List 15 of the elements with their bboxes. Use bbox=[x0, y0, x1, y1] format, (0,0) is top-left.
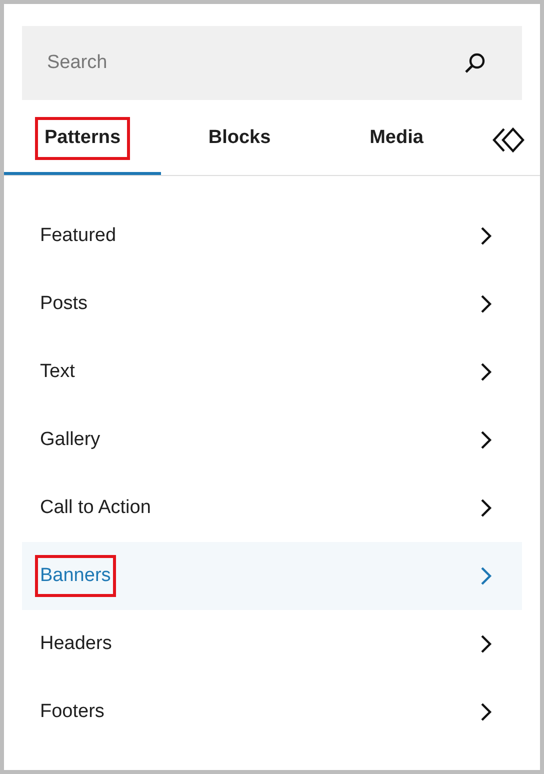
tab[interactable]: Patterns bbox=[4, 105, 161, 175]
chevron-right-icon bbox=[480, 634, 492, 654]
diamond-icon[interactable] bbox=[492, 127, 526, 153]
search-icon bbox=[464, 52, 486, 74]
chevron-right-icon bbox=[480, 226, 492, 246]
search-field[interactable]: Search bbox=[22, 26, 522, 100]
chevron-right-icon bbox=[480, 498, 492, 518]
chevron-right-icon bbox=[480, 430, 492, 450]
tab[interactable]: Media bbox=[318, 105, 475, 175]
tab[interactable]: Blocks bbox=[161, 105, 318, 175]
category-item[interactable]: Banners bbox=[22, 542, 522, 610]
chevron-right-icon bbox=[480, 294, 492, 314]
chevron-right-icon bbox=[480, 566, 492, 586]
chevron-right-icon bbox=[480, 702, 492, 722]
chevron-right-icon bbox=[480, 362, 492, 382]
